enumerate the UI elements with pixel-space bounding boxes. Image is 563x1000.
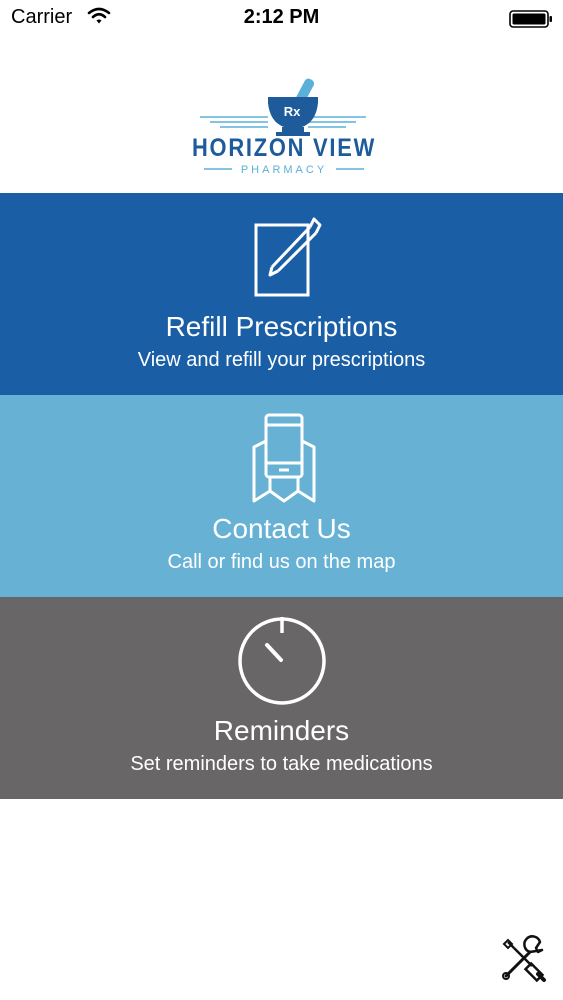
contact-us-title: Contact Us xyxy=(212,513,351,544)
reminders-subtitle: Set reminders to take medications xyxy=(130,753,433,775)
logo-name: HORIZON VIEW xyxy=(192,134,376,162)
contact-us-tile[interactable]: Contact Us Call or find us on the map xyxy=(0,395,563,597)
tools-icon xyxy=(502,935,546,983)
pharmacy-logo: Rx HORIZON VIEW PHARMACY xyxy=(188,76,380,181)
reminders-tile[interactable]: Reminders Set reminders to take medicati… xyxy=(0,597,563,799)
status-bar: Carrier 2:12 PM xyxy=(0,0,563,40)
refill-prescriptions-subtitle: View and refill your prescriptions xyxy=(137,349,426,371)
settings-button[interactable] xyxy=(496,932,552,988)
notepad-pencil-icon xyxy=(254,217,321,297)
contact-us-subtitle: Call or find us on the map xyxy=(167,551,396,573)
status-time: 2:12 PM xyxy=(243,6,320,28)
reminders-title: Reminders xyxy=(213,715,350,746)
logo-tagline: PHARMACY xyxy=(241,164,327,176)
phone-map-icon xyxy=(252,413,315,503)
clock-icon xyxy=(237,617,326,705)
refill-prescriptions-title: Refill Prescriptions xyxy=(165,311,398,342)
rx-mark: Rx xyxy=(284,104,301,119)
refill-prescriptions-tile[interactable]: Refill Prescriptions View and refill you… xyxy=(0,193,563,395)
battery-icon xyxy=(509,10,552,28)
mortar-pestle-icon: Rx HORIZON VIEW PHARMACY xyxy=(192,78,376,176)
